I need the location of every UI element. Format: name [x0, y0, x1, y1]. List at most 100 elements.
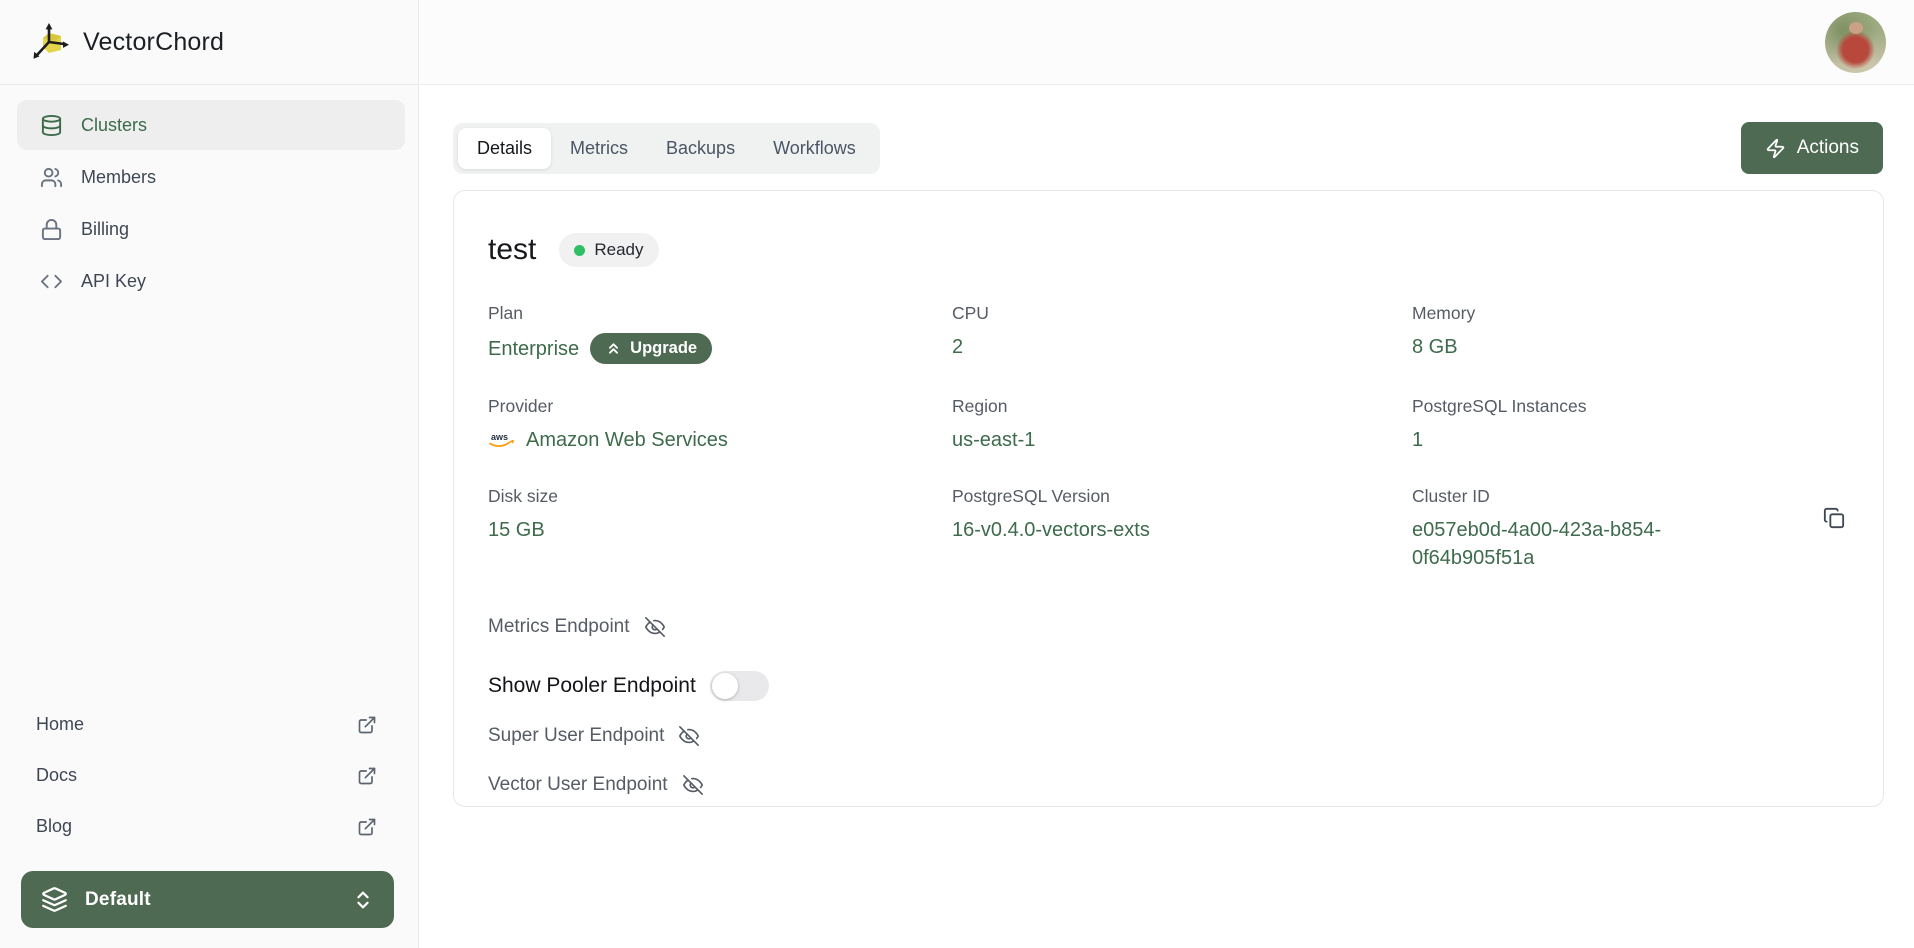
- cluster-fields-grid: Plan Enterprise Upgrade CPU 2: [488, 303, 1850, 572]
- reveal-vector-user-endpoint-button[interactable]: [682, 774, 704, 796]
- cluster-header: test Ready: [488, 233, 1850, 267]
- main-content: Details Metrics Backups Workflows Action…: [420, 86, 1914, 948]
- footer-link-docs[interactable]: Docs: [36, 750, 377, 801]
- eye-off-icon: [682, 774, 704, 796]
- metrics-endpoint-row: Metrics Endpoint: [488, 616, 1850, 638]
- footer-link-home[interactable]: Home: [36, 699, 377, 750]
- chevrons-up-down-icon: [352, 889, 374, 911]
- status-badge: Ready: [559, 233, 658, 267]
- sidebar-item-billing[interactable]: Billing: [17, 204, 405, 254]
- external-link-icon: [357, 766, 377, 786]
- upgrade-button[interactable]: Upgrade: [590, 333, 712, 364]
- sidebar-item-clusters[interactable]: Clusters: [17, 100, 405, 150]
- field-value: 1: [1412, 426, 1423, 454]
- field-memory: Memory 8 GB: [1412, 303, 1850, 364]
- copy-icon: [1823, 507, 1845, 529]
- footer-link-blog[interactable]: Blog: [36, 801, 377, 852]
- reveal-metrics-endpoint-button[interactable]: [644, 616, 666, 638]
- field-provider: Provider aws Amazon Web Services: [488, 396, 952, 454]
- field-value: 8 GB: [1412, 333, 1458, 361]
- field-label: Region: [952, 396, 1412, 417]
- sidebar: VectorChord Clusters Members: [0, 0, 419, 948]
- super-user-endpoint-label: Super User Endpoint: [488, 725, 664, 747]
- external-link-icon: [357, 715, 377, 735]
- status-dot-icon: [574, 245, 585, 256]
- actions-button-label: Actions: [1797, 137, 1859, 159]
- field-label: PostgreSQL Instances: [1412, 396, 1850, 417]
- field-label: PostgreSQL Version: [952, 486, 1412, 507]
- chevrons-up-icon: [605, 340, 622, 357]
- field-disk-size: Disk size 15 GB: [488, 486, 952, 572]
- vector-user-endpoint-row: Vector User Endpoint: [488, 774, 1850, 796]
- sidebar-item-label: Billing: [81, 219, 129, 240]
- user-avatar[interactable]: [1825, 12, 1886, 73]
- field-plan: Plan Enterprise Upgrade: [488, 303, 952, 364]
- org-switcher-label: Default: [85, 889, 335, 911]
- brand-logo-row[interactable]: VectorChord: [0, 0, 418, 85]
- pooler-endpoint-row: Show Pooler Endpoint: [488, 671, 1850, 701]
- field-label: Provider: [488, 396, 952, 417]
- sidebar-item-label: API Key: [81, 271, 146, 292]
- field-cpu: CPU 2: [952, 303, 1412, 364]
- sidebar-item-label: Members: [81, 167, 156, 188]
- zap-icon: [1765, 138, 1786, 159]
- reveal-super-user-endpoint-button[interactable]: [678, 725, 700, 747]
- field-label: Cluster ID: [1412, 486, 1850, 507]
- field-label: Disk size: [488, 486, 952, 507]
- footer-link-label: Docs: [36, 765, 77, 786]
- status-label: Ready: [594, 240, 643, 260]
- brand-name: VectorChord: [83, 28, 224, 57]
- sidebar-item-label: Clusters: [81, 115, 147, 136]
- upgrade-label: Upgrade: [630, 339, 697, 358]
- aws-icon: aws: [488, 431, 515, 450]
- vectorchord-logo-icon: [30, 20, 74, 64]
- code-icon: [40, 270, 63, 293]
- toggle-knob: [712, 673, 738, 699]
- avatar-photo: [1849, 22, 1863, 34]
- cluster-toolbar: Details Metrics Backups Workflows Action…: [453, 122, 1883, 174]
- eye-off-icon: [678, 725, 700, 747]
- metrics-endpoint-label: Metrics Endpoint: [488, 616, 630, 638]
- copy-cluster-id-button[interactable]: [1821, 505, 1847, 531]
- actions-button[interactable]: Actions: [1741, 122, 1883, 174]
- topbar: [420, 0, 1914, 85]
- endpoints-section: Metrics Endpoint Show Pooler Endpoint: [488, 616, 1850, 796]
- show-pooler-endpoint-label: Show Pooler Endpoint: [488, 674, 696, 698]
- tab-backups[interactable]: Backups: [647, 128, 754, 169]
- org-switcher-button[interactable]: Default: [21, 871, 394, 928]
- field-value: 15 GB: [488, 516, 545, 544]
- svg-text:aws: aws: [491, 432, 508, 442]
- cluster-details-card: test Ready Plan Enterprise: [453, 190, 1884, 807]
- field-label: Plan: [488, 303, 952, 324]
- field-value: us-east-1: [952, 426, 1035, 454]
- tab-workflows[interactable]: Workflows: [754, 128, 875, 169]
- field-postgresql-version: PostgreSQL Version 16-v0.4.0-vectors-ext…: [952, 486, 1412, 572]
- field-region: Region us-east-1: [952, 396, 1412, 454]
- field-value: e057eb0d-4a00-423a-b854-0f64b905f51a: [1412, 516, 1702, 572]
- tab-metrics[interactable]: Metrics: [551, 128, 647, 169]
- database-icon: [40, 114, 63, 137]
- footer-link-label: Blog: [36, 816, 72, 837]
- lock-icon: [40, 218, 63, 241]
- super-user-endpoint-row: Super User Endpoint: [488, 725, 1850, 747]
- tab-details[interactable]: Details: [458, 128, 551, 169]
- sidebar-item-members[interactable]: Members: [17, 152, 405, 202]
- footer-link-label: Home: [36, 714, 84, 735]
- external-link-icon: [357, 817, 377, 837]
- cluster-tabs: Details Metrics Backups Workflows: [453, 123, 880, 174]
- eye-off-icon: [644, 616, 666, 638]
- field-label: CPU: [952, 303, 1412, 324]
- field-value: Amazon Web Services: [526, 426, 728, 454]
- pooler-endpoint-toggle[interactable]: [710, 671, 769, 701]
- field-value: 16-v0.4.0-vectors-exts: [952, 516, 1150, 544]
- field-value: 2: [952, 333, 963, 361]
- field-postgresql-instances: PostgreSQL Instances 1: [1412, 396, 1850, 454]
- members-icon: [40, 166, 63, 189]
- sidebar-item-api-key[interactable]: API Key: [17, 256, 405, 306]
- field-value: Enterprise: [488, 335, 579, 363]
- layers-icon: [41, 886, 68, 913]
- field-cluster-id: Cluster ID e057eb0d-4a00-423a-b854-0f64b…: [1412, 486, 1850, 572]
- vector-user-endpoint-label: Vector User Endpoint: [488, 774, 668, 796]
- field-label: Memory: [1412, 303, 1850, 324]
- sidebar-footer-links: Home Docs Blog: [0, 699, 418, 852]
